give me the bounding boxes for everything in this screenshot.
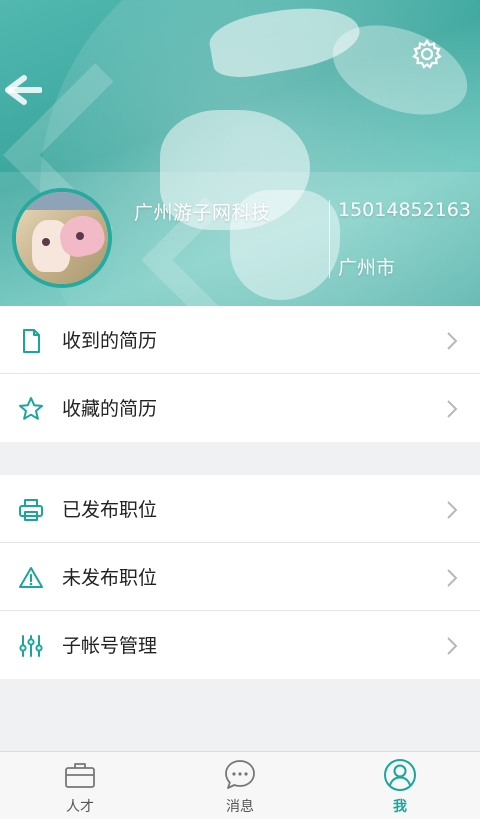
chevron-right-icon bbox=[447, 637, 458, 655]
menu-item-label: 未发布职位 bbox=[62, 567, 158, 589]
menu-item-saved-resumes[interactable]: 收藏的简历 bbox=[0, 374, 480, 442]
phone-number: 15014852163 bbox=[338, 199, 471, 221]
profile-header: 广州游子网科技 15014852163 广州市 bbox=[0, 0, 480, 306]
briefcase-icon bbox=[65, 763, 95, 788]
document-icon bbox=[23, 329, 40, 353]
tab-label: 人才 bbox=[66, 799, 94, 815]
printer-icon bbox=[19, 499, 43, 521]
warning-icon bbox=[19, 567, 43, 588]
bottom-tab-bar: 人才 消息 我 bbox=[0, 751, 480, 819]
menu-item-label: 收藏的简历 bbox=[62, 398, 158, 420]
back-arrow-icon bbox=[5, 75, 43, 105]
menu-item-label: 子帐号管理 bbox=[62, 635, 158, 657]
chat-bubble-icon bbox=[225, 760, 255, 789]
back-button[interactable] bbox=[2, 70, 43, 110]
tab-label: 消息 bbox=[226, 799, 254, 815]
info-divider bbox=[329, 200, 330, 278]
tab-me[interactable]: 我 bbox=[320, 752, 480, 819]
gear-icon bbox=[412, 38, 442, 69]
menu-item-label: 已发布职位 bbox=[62, 499, 158, 521]
tab-label: 我 bbox=[393, 799, 407, 815]
chevron-right-icon bbox=[447, 569, 458, 587]
user-circle-icon bbox=[384, 759, 416, 791]
chevron-right-icon bbox=[447, 501, 458, 519]
menu-item-published-jobs[interactable]: 已发布职位 bbox=[0, 475, 480, 543]
chevron-right-icon bbox=[447, 332, 458, 350]
menu-item-unpublished-jobs[interactable]: 未发布职位 bbox=[0, 543, 480, 611]
menu-item-sub-accounts[interactable]: 子帐号管理 bbox=[0, 611, 480, 679]
sliders-icon bbox=[19, 635, 43, 657]
chevron-right-icon bbox=[447, 400, 458, 418]
tab-talent[interactable]: 人才 bbox=[0, 752, 160, 819]
menu-item-label: 收到的简历 bbox=[62, 330, 158, 352]
resume-menu-group: 收到的简历 收藏的简历 bbox=[0, 306, 480, 442]
avatar[interactable] bbox=[12, 188, 112, 288]
job-menu-group: 已发布职位 未发布职位 子帐号管理 bbox=[0, 475, 480, 679]
settings-button[interactable] bbox=[410, 37, 444, 71]
tab-messages[interactable]: 消息 bbox=[160, 752, 320, 819]
star-icon bbox=[19, 397, 43, 420]
menu-item-received-resumes[interactable]: 收到的简历 bbox=[0, 306, 480, 374]
city-label: 广州市 bbox=[338, 257, 396, 279]
company-name: 广州游子网科技 bbox=[134, 202, 271, 224]
